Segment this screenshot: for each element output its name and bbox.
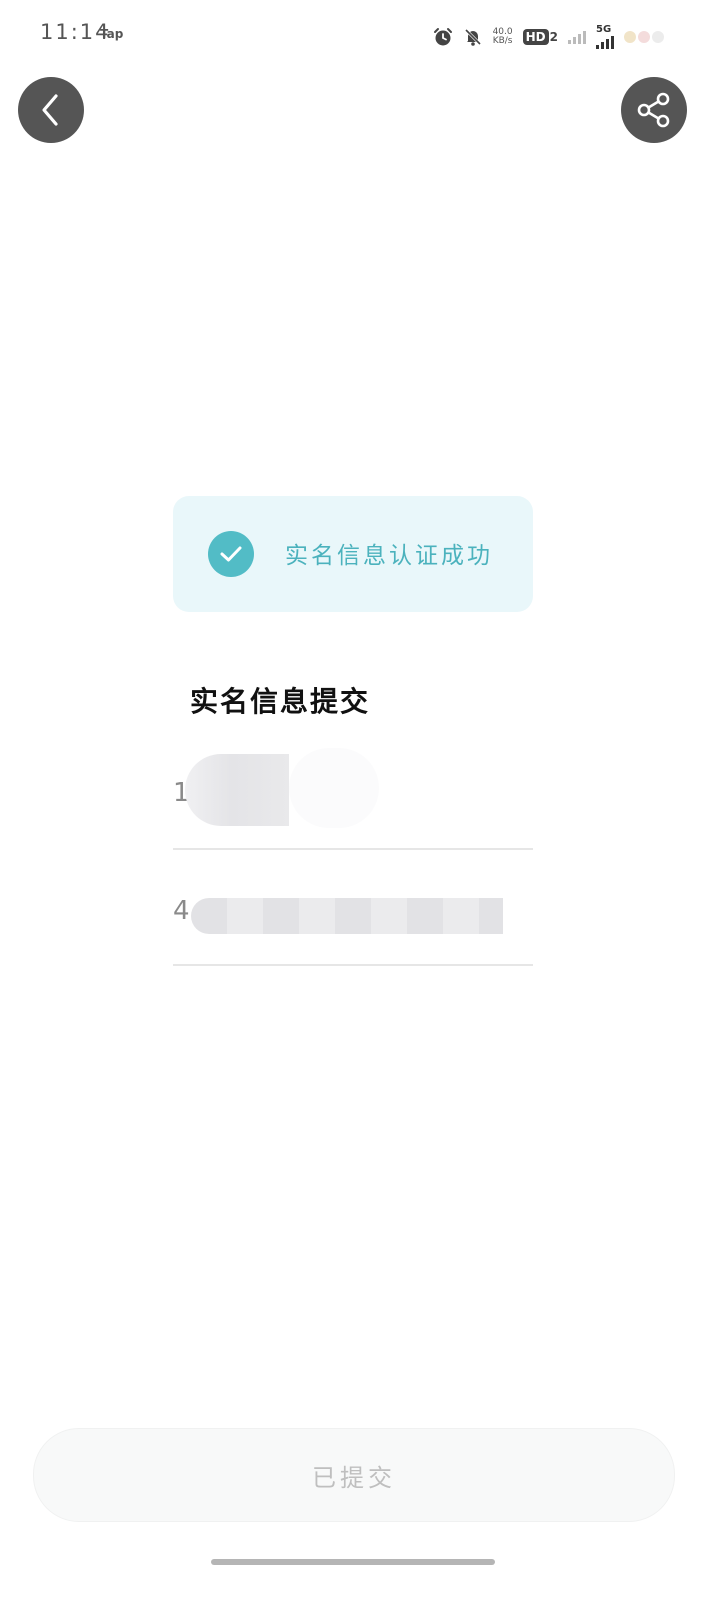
net-speed: 40.0 KB/s xyxy=(492,27,513,46)
id-field-prefix: 4 xyxy=(173,896,190,926)
signal-sim2-icon xyxy=(596,35,614,49)
status-app-label: Tap xyxy=(100,27,124,41)
network-5g: 5G xyxy=(596,24,614,49)
net-speed-unit: KB/s xyxy=(492,35,513,46)
hd-sub: 2 xyxy=(549,29,558,44)
name-blur-mask-fade xyxy=(289,748,379,828)
chevron-left-icon xyxy=(42,94,58,126)
signal-sim1-icon xyxy=(568,30,586,44)
network-type: 5G xyxy=(596,24,612,35)
id-field-row: 4 xyxy=(173,850,533,966)
hd-voice-indicator: HD 2 xyxy=(522,28,558,45)
battery-icon xyxy=(624,30,664,43)
check-circle-icon xyxy=(208,531,254,577)
hd-label: HD xyxy=(522,28,549,45)
status-icons: 40.0 KB/s HD 2 5G xyxy=(433,24,664,49)
success-banner: 实名信息认证成功 xyxy=(173,496,533,612)
mute-bell-icon xyxy=(463,27,483,47)
id-blur-mask xyxy=(191,898,503,934)
share-button[interactable] xyxy=(621,77,687,143)
alarm-icon xyxy=(433,27,453,47)
status-bar: 11:14 Tap 40.0 KB/s HD 2 5G xyxy=(0,0,720,70)
name-blur-mask xyxy=(185,754,289,826)
home-indicator[interactable] xyxy=(211,1559,495,1565)
share-icon xyxy=(637,92,670,128)
submitted-button[interactable]: 已提交 xyxy=(33,1428,675,1522)
name-field-row: 1 xyxy=(173,740,533,850)
back-button[interactable] xyxy=(18,77,84,143)
success-message: 实名信息认证成功 xyxy=(285,543,493,569)
section-title: 实名信息提交 xyxy=(190,685,371,718)
screen: 11:14 Tap 40.0 KB/s HD 2 5G 实名信息认证成功 实名信… xyxy=(0,0,720,1600)
